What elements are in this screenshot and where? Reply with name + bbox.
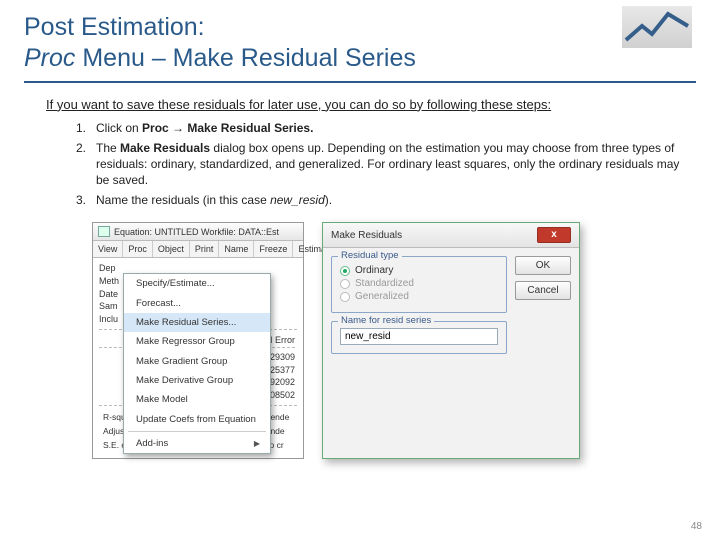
menu-separator — [128, 431, 266, 432]
title-line2-italic: Proc — [24, 44, 75, 72]
step-3: Name the residuals (in this case new_res… — [66, 192, 696, 208]
equation-title-text: Equation: UNTITLED Workfile: DATA::Est — [114, 227, 279, 237]
chevron-right-icon: ▶ — [254, 438, 260, 449]
toolbar-freeze[interactable]: Freeze — [254, 241, 293, 257]
step-2: The Make Residuals dialog box opens up. … — [66, 140, 696, 189]
toolbar-name[interactable]: Name — [219, 241, 254, 257]
title-line1: Post Estimation: — [24, 13, 205, 41]
radio-standardized: Standardized — [340, 278, 498, 289]
radio-ordinary[interactable]: Ordinary — [340, 265, 498, 276]
equation-toolbar: View Proc Object Print Name Freeze Estim… — [93, 241, 303, 258]
menu-make-regressor-group[interactable]: Make Regressor Group — [124, 332, 270, 351]
menu-specify-estimate[interactable]: Specify/Estimate... — [124, 274, 270, 293]
cancel-button[interactable]: Cancel — [515, 281, 571, 300]
brand-logo — [622, 6, 692, 48]
menu-addins[interactable]: Add-ins▶ — [124, 434, 270, 453]
close-icon[interactable]: x — [537, 227, 571, 243]
intro-text: If you want to save these residuals for … — [46, 97, 696, 112]
make-residuals-dialog: Make Residuals x Residual type Ordinary … — [322, 222, 580, 459]
menu-make-gradient-group[interactable]: Make Gradient Group — [124, 352, 270, 371]
toolbar-print[interactable]: Print — [190, 241, 220, 257]
title-rule — [24, 81, 696, 83]
toolbar-view[interactable]: View — [93, 241, 123, 257]
ok-button[interactable]: OK — [515, 256, 571, 275]
equation-window: Equation: UNTITLED Workfile: DATA::Est V… — [92, 222, 304, 459]
menu-make-residual-series[interactable]: Make Residual Series... — [124, 313, 270, 332]
name-for-resid-group: Name for resid series — [331, 321, 507, 354]
equation-icon — [98, 226, 110, 237]
page-number: 48 — [691, 521, 702, 532]
figure-row: Equation: UNTITLED Workfile: DATA::Est V… — [92, 222, 696, 459]
menu-update-coefs[interactable]: Update Coefs from Equation — [124, 410, 270, 429]
steps-list: Click on Proc → Make Residual Series. Th… — [66, 120, 696, 209]
residual-type-group: Residual type Ordinary Standardized Gene… — [331, 256, 507, 313]
resid-name-input[interactable] — [340, 328, 498, 345]
step-1: Click on Proc → Make Residual Series. — [66, 120, 696, 136]
title-line2-rest: Menu – Make Residual Series — [75, 44, 415, 72]
residual-type-legend: Residual type — [338, 250, 402, 261]
menu-make-model[interactable]: Make Model — [124, 390, 270, 409]
equation-body: Dep Meth Date Sam Inclu Specify/Estimate… — [93, 258, 303, 458]
radio-generalized: Generalized — [340, 291, 498, 302]
menu-forecast[interactable]: Forecast... — [124, 294, 270, 313]
equation-titlebar: Equation: UNTITLED Workfile: DATA::Est — [93, 223, 303, 241]
menu-make-derivative-group[interactable]: Make Derivative Group — [124, 371, 270, 390]
toolbar-object[interactable]: Object — [153, 241, 190, 257]
dialog-title-text: Make Residuals — [331, 230, 402, 241]
page-title: Post Estimation: Proc Menu – Make Residu… — [24, 12, 696, 75]
proc-menu: Specify/Estimate... Forecast... Make Res… — [123, 273, 271, 454]
name-for-resid-legend: Name for resid series — [338, 315, 434, 326]
toolbar-proc[interactable]: Proc — [123, 241, 153, 257]
dialog-titlebar: Make Residuals x — [323, 223, 579, 248]
